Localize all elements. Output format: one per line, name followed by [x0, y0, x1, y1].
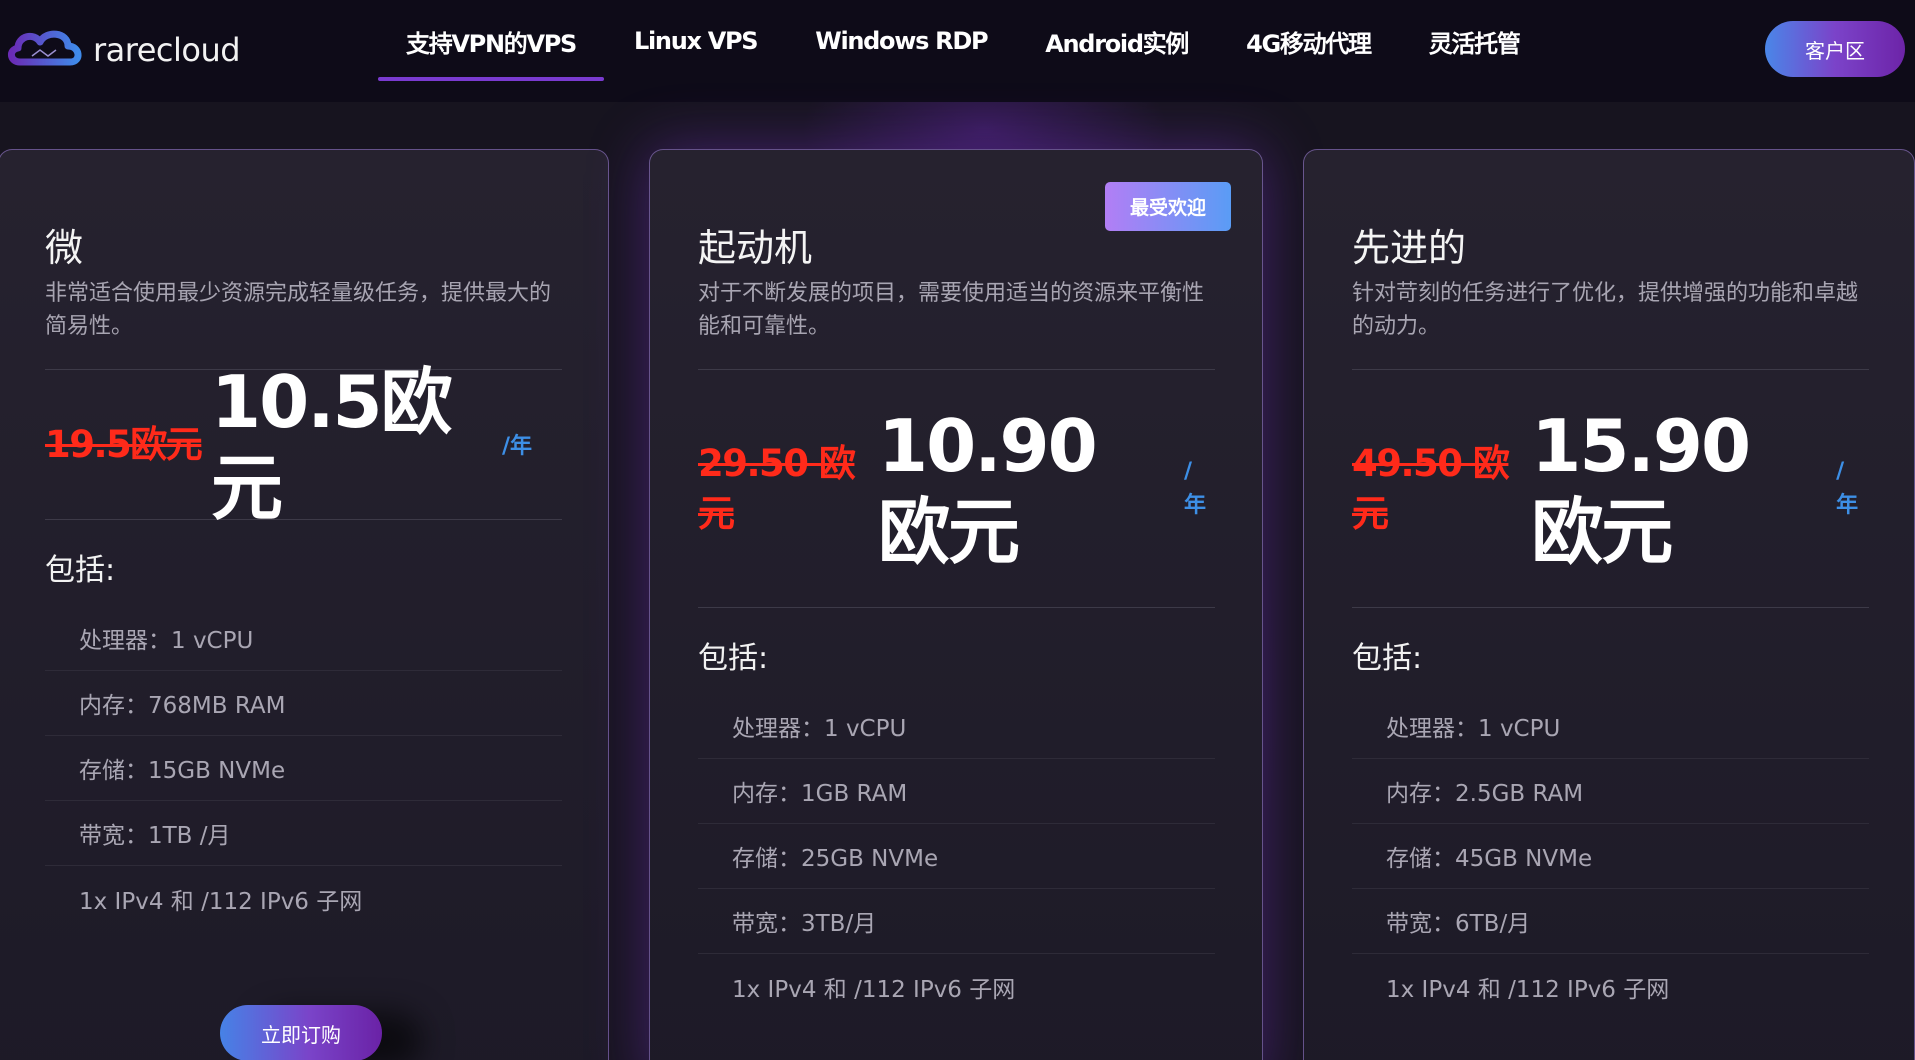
list-item: 带宽：3TB/月: [698, 889, 1215, 954]
old-price: 29.50 欧元: [698, 441, 856, 535]
plan-name: 微: [45, 226, 84, 270]
divider: [698, 607, 1215, 608]
list-item: 存储：15GB NVMe: [45, 736, 562, 801]
includes-heading: 包括:: [1352, 641, 1423, 676]
price-row: 49.50 欧元 15.90 欧元 /年: [1352, 370, 1866, 607]
divider: [1352, 607, 1869, 608]
price-period: /年: [1836, 458, 1859, 518]
feature-list: 处理器：1 vCPU 内存：2.5GB RAM 存储：45GB NVMe 带宽：…: [1352, 694, 1869, 1019]
price-period: /年: [502, 433, 533, 459]
list-item: 1x IPv4 和 /112 IPv6 子网: [79, 888, 363, 915]
list-item: 存储：25GB NVMe: [698, 824, 1215, 889]
plan-name: 先进的: [1352, 226, 1467, 270]
nav-item-linux-vps[interactable]: Linux VPS: [634, 0, 759, 82]
list-item: 内存：2.5GB RAM: [1352, 759, 1869, 824]
current-price: 10.5欧元: [211, 359, 453, 530]
nav-item-android[interactable]: Android实例: [1045, 0, 1189, 82]
nav-item-windows-rdp[interactable]: Windows RDP: [815, 0, 988, 82]
nav-item-4g-proxy[interactable]: 4G移动代理: [1246, 0, 1372, 82]
list-item: 存储：45GB NVMe: [1352, 824, 1869, 889]
price-period: /年: [1184, 458, 1207, 518]
price-row: 19.5欧元 10.5欧元 /年: [45, 360, 560, 530]
order-now-button[interactable]: 立即订购: [220, 1005, 382, 1060]
plan-card-starter: 最受欢迎 起动机 对于不断发展的项目，需要使用适当的资源来平衡性能和可靠性。 2…: [649, 149, 1263, 1060]
price-row: 29.50 欧元 10.90 欧元 /年: [698, 370, 1214, 607]
current-price: 10.90 欧元: [878, 403, 1098, 574]
top-navbar: rarecloud 支持VPN的VPS Linux VPS Windows RD…: [0, 0, 1915, 102]
feature-list: 处理器：1 vCPU 内存：1GB RAM 存储：25GB NVMe 带宽：3T…: [698, 694, 1215, 1019]
plan-card-advanced: 先进的 针对苛刻的任务进行了优化，提供增强的功能和卓越的动力。 49.50 欧元…: [1303, 149, 1915, 1060]
list-item: 处理器：1 vCPU: [1352, 694, 1869, 759]
list-item: 1x IPv4 和 /112 IPv6 子网: [1386, 976, 1670, 1003]
list-item: 带宽：6TB/月: [1352, 889, 1869, 954]
list-item: 内存：768MB RAM: [45, 671, 562, 736]
logo[interactable]: rarecloud: [6, 26, 241, 74]
logo-text: rarecloud: [93, 31, 241, 69]
client-area-button[interactable]: 客户区: [1765, 21, 1905, 77]
main-nav: 支持VPN的VPS Linux VPS Windows RDP Android实…: [378, 0, 1521, 102]
old-price: 49.50 欧元: [1352, 441, 1510, 535]
plan-description: 针对苛刻的任务进行了优化，提供增强的功能和卓越的动力。: [1352, 281, 1859, 339]
plan-description: 对于不断发展的项目，需要使用适当的资源来平衡性能和可靠性。: [698, 281, 1205, 339]
feature-list: 处理器：1 vCPU 内存：768MB RAM 存储：15GB NVMe 带宽：…: [45, 606, 562, 931]
cloud-logo-icon: [8, 30, 82, 66]
nav-item-vpn-vps[interactable]: 支持VPN的VPS: [378, 0, 604, 82]
list-item: 1x IPv4 和 /112 IPv6 子网: [732, 976, 1016, 1003]
current-price: 15.90 欧元: [1531, 403, 1751, 574]
plan-card-micro: 微 非常适合使用最少资源完成轻量级任务，提供最大的简易性。 19.5欧元 10.…: [0, 149, 609, 1060]
includes-heading: 包括:: [45, 553, 116, 588]
list-item: 带宽：1TB /月: [45, 801, 562, 866]
list-item: 内存：1GB RAM: [698, 759, 1215, 824]
popular-badge: 最受欢迎: [1105, 182, 1231, 231]
plan-description: 非常适合使用最少资源完成轻量级任务，提供最大的简易性。: [45, 281, 552, 339]
plan-name: 起动机: [698, 226, 813, 270]
old-price: 19.5欧元: [45, 422, 203, 466]
includes-heading: 包括:: [698, 641, 769, 676]
list-item: 处理器：1 vCPU: [698, 694, 1215, 759]
nav-item-hosting[interactable]: 灵活托管: [1429, 0, 1521, 82]
list-item: 处理器：1 vCPU: [45, 606, 562, 671]
